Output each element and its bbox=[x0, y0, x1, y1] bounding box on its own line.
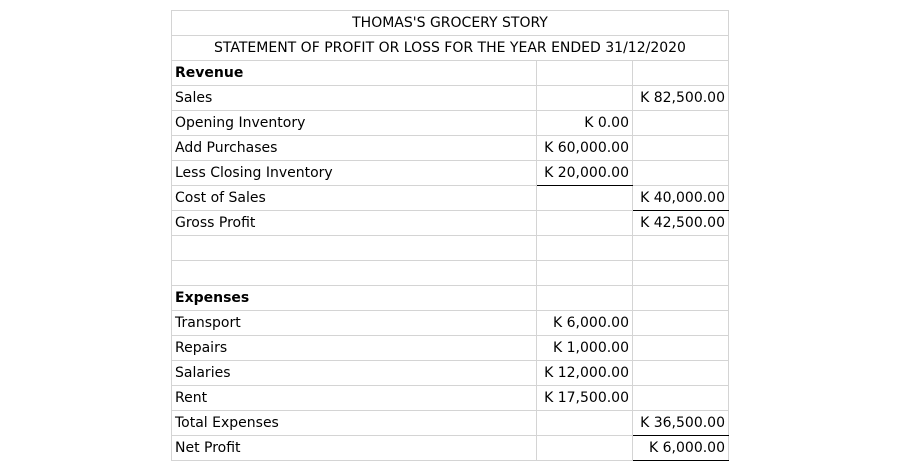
row-label[interactable] bbox=[171, 260, 537, 286]
row-mid-value[interactable] bbox=[536, 260, 633, 286]
table-row: Salaries K 12,000.00 bbox=[171, 360, 729, 386]
row-right-value[interactable] bbox=[632, 160, 729, 186]
title-row: THOMAS'S GROCERY STORY bbox=[171, 10, 729, 36]
row-mid-value[interactable] bbox=[536, 235, 633, 261]
row-label[interactable]: Opening Inventory bbox=[171, 110, 537, 136]
table-row: Net Profit K 6,000.00 bbox=[171, 435, 729, 461]
table-row bbox=[171, 235, 729, 261]
row-right-value[interactable] bbox=[632, 135, 729, 161]
table-row: Add Purchases K 60,000.00 bbox=[171, 135, 729, 161]
row-label[interactable]: Add Purchases bbox=[171, 135, 537, 161]
row-mid-value[interactable] bbox=[536, 435, 633, 461]
row-mid-value[interactable]: K 20,000.00 bbox=[536, 160, 633, 186]
row-label[interactable]: Cost of Sales bbox=[171, 185, 537, 211]
statement-title[interactable]: THOMAS'S GROCERY STORY bbox=[171, 10, 729, 36]
row-label[interactable]: Expenses bbox=[171, 285, 537, 311]
row-mid-value[interactable] bbox=[536, 185, 633, 211]
statement-subtitle[interactable]: STATEMENT OF PROFIT OR LOSS FOR THE YEAR… bbox=[171, 35, 729, 61]
table-row: Expenses bbox=[171, 285, 729, 311]
subtitle-row: STATEMENT OF PROFIT OR LOSS FOR THE YEAR… bbox=[171, 35, 729, 61]
row-right-value[interactable]: K 6,000.00 bbox=[632, 435, 729, 461]
row-mid-value[interactable] bbox=[536, 410, 633, 436]
table-row: Sales K 82,500.00 bbox=[171, 85, 729, 111]
row-right-value[interactable] bbox=[632, 60, 729, 86]
row-mid-value[interactable] bbox=[536, 285, 633, 311]
row-right-value[interactable] bbox=[632, 360, 729, 386]
table-row bbox=[171, 260, 729, 286]
row-mid-value[interactable]: K 1,000.00 bbox=[536, 335, 633, 361]
row-right-value[interactable] bbox=[632, 385, 729, 411]
row-right-value[interactable] bbox=[632, 310, 729, 336]
table-row: Rent K 17,500.00 bbox=[171, 385, 729, 411]
row-label[interactable]: Rent bbox=[171, 385, 537, 411]
row-mid-value[interactable]: K 12,000.00 bbox=[536, 360, 633, 386]
row-label[interactable]: Salaries bbox=[171, 360, 537, 386]
table-row: Revenue bbox=[171, 60, 729, 86]
table-row: Transport K 6,000.00 bbox=[171, 310, 729, 336]
row-right-value[interactable] bbox=[632, 335, 729, 361]
table-row: Repairs K 1,000.00 bbox=[171, 335, 729, 361]
row-mid-value[interactable] bbox=[536, 210, 633, 236]
row-right-value[interactable] bbox=[632, 235, 729, 261]
row-mid-value[interactable] bbox=[536, 85, 633, 111]
row-label[interactable]: Gross Profit bbox=[171, 210, 537, 236]
row-right-value[interactable] bbox=[632, 110, 729, 136]
row-label[interactable]: Net Profit bbox=[171, 435, 537, 461]
row-right-value[interactable] bbox=[632, 285, 729, 311]
row-label[interactable]: Repairs bbox=[171, 335, 537, 361]
table-row: Total Expenses K 36,500.00 bbox=[171, 410, 729, 436]
row-mid-value[interactable] bbox=[536, 60, 633, 86]
table-row: Gross Profit K 42,500.00 bbox=[171, 210, 729, 236]
row-right-value[interactable]: K 40,000.00 bbox=[632, 185, 729, 211]
table-row: Less Closing Inventory K 20,000.00 bbox=[171, 160, 729, 186]
row-label[interactable] bbox=[171, 235, 537, 261]
row-right-value[interactable]: K 42,500.00 bbox=[632, 210, 729, 236]
row-mid-value[interactable]: K 6,000.00 bbox=[536, 310, 633, 336]
table-row: Cost of Sales K 40,000.00 bbox=[171, 185, 729, 211]
row-label[interactable]: Less Closing Inventory bbox=[171, 160, 537, 186]
row-label[interactable]: Revenue bbox=[171, 60, 537, 86]
row-label[interactable]: Total Expenses bbox=[171, 410, 537, 436]
row-label[interactable]: Sales bbox=[171, 85, 537, 111]
row-label[interactable]: Transport bbox=[171, 310, 537, 336]
row-right-value[interactable] bbox=[632, 260, 729, 286]
row-right-value[interactable]: K 36,500.00 bbox=[632, 410, 729, 436]
row-right-value[interactable]: K 82,500.00 bbox=[632, 85, 729, 111]
row-mid-value[interactable]: K 17,500.00 bbox=[536, 385, 633, 411]
row-mid-value[interactable]: K 0.00 bbox=[536, 110, 633, 136]
profit-loss-statement: THOMAS'S GROCERY STORY STATEMENT OF PROF… bbox=[171, 10, 729, 461]
table-row: Opening Inventory K 0.00 bbox=[171, 110, 729, 136]
row-mid-value[interactable]: K 60,000.00 bbox=[536, 135, 633, 161]
